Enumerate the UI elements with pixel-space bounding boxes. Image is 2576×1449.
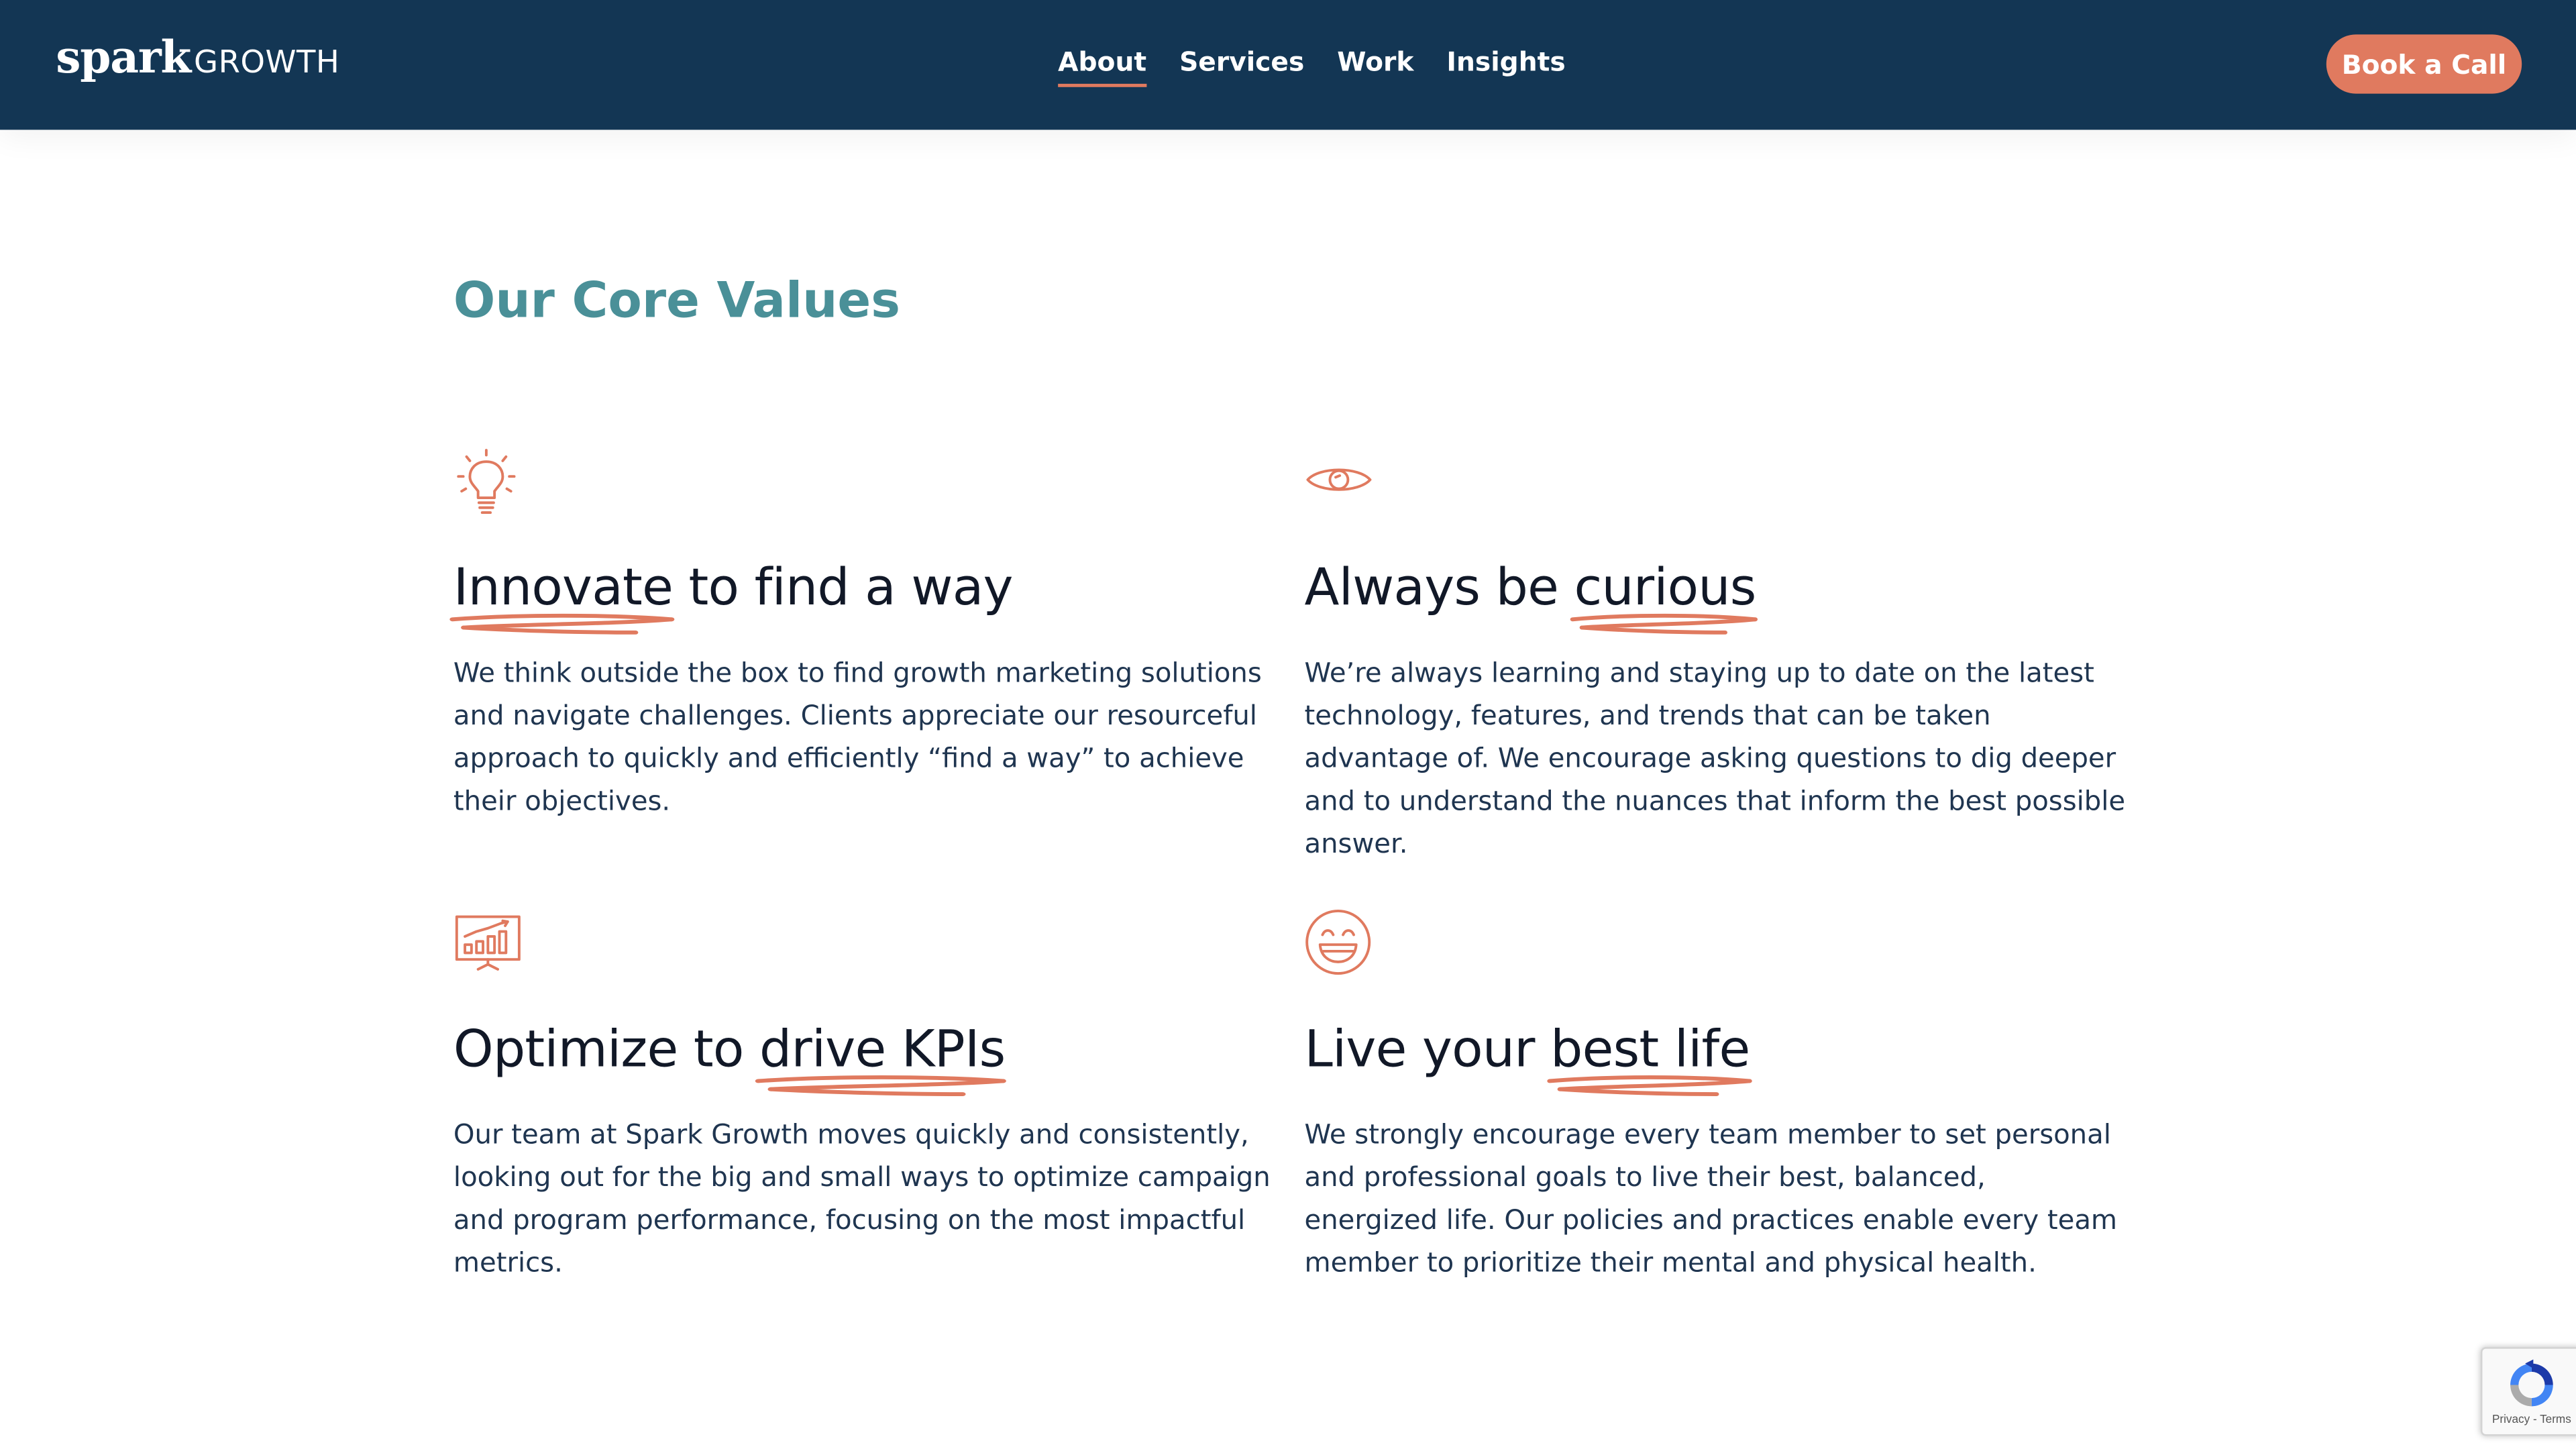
squiggle-underline-icon [1570, 613, 1758, 635]
squiggle-underline-icon [449, 613, 675, 635]
value-title-highlight-text: drive KPIs [759, 1020, 1006, 1079]
value-title-text-post: to find a way [673, 558, 1013, 618]
recaptcha-badge[interactable]: Privacy - Terms [2480, 1347, 2576, 1436]
value-title-highlight: drive KPIs [755, 1020, 1007, 1096]
value-title-curious: Always be curious [1304, 558, 1758, 635]
nav-item-insights[interactable]: Insights [1446, 46, 1565, 78]
value-title-highlight-text: best life [1550, 1020, 1750, 1079]
smiley-face-icon [1305, 910, 1371, 975]
value-title-highlight: Innovate [449, 558, 675, 635]
value-title-best-life: Live your best life [1304, 1020, 1752, 1096]
value-title-highlight: curious [1570, 558, 1758, 635]
site-header: spark GROWTH About Services Work Insight… [0, 0, 2576, 130]
value-body-best-life: We strongly encourage every team member … [1304, 1118, 2118, 1279]
recaptcha-logo-icon [2510, 1359, 2553, 1407]
value-title-drive-kpis: Optimize to drive KPIs [453, 1020, 1007, 1096]
nav-item-work[interactable]: Work [1337, 46, 1413, 78]
main-nav: About Services Work Insights [1058, 46, 1566, 87]
nav-item-about[interactable]: About [1058, 46, 1146, 87]
value-body-curious: We’re always learning and staying up to … [1304, 657, 2126, 859]
nav-item-services[interactable]: Services [1179, 46, 1304, 78]
logo-word-growth: GROWTH [194, 44, 340, 81]
book-a-call-button[interactable]: Book a Call [2326, 34, 2522, 94]
logo[interactable]: spark GROWTH [56, 33, 339, 92]
squiggle-underline-icon [1546, 1075, 1752, 1096]
eye-icon [1306, 468, 1372, 491]
value-body-innovate: We think outside the box to find growth … [453, 657, 1262, 817]
value-body-drive-kpis: Our team at Spark Growth moves quickly a… [453, 1118, 1271, 1279]
value-title-innovate: Innovate to find a way [449, 558, 1013, 635]
value-title-highlight-text: Innovate [453, 558, 674, 618]
squiggle-underline-icon [755, 1075, 1007, 1096]
recaptcha-privacy-terms[interactable]: Privacy - Terms [2482, 1415, 2576, 1426]
logo-word-spark: spark [56, 32, 191, 84]
value-title-text-pre: Optimize to [453, 1020, 760, 1079]
value-title-text-pre: Live your [1304, 1020, 1551, 1079]
lightbulb-icon [457, 449, 516, 515]
section-title: Our Core Values [453, 272, 901, 331]
value-title-text-pre: Always be [1304, 558, 1574, 618]
page: spark GROWTH About Services Work Insight… [0, 0, 2576, 1449]
value-title-highlight-text: curious [1574, 558, 1756, 618]
value-title-highlight: best life [1546, 1020, 1752, 1096]
presentation-chart-icon [455, 915, 521, 971]
